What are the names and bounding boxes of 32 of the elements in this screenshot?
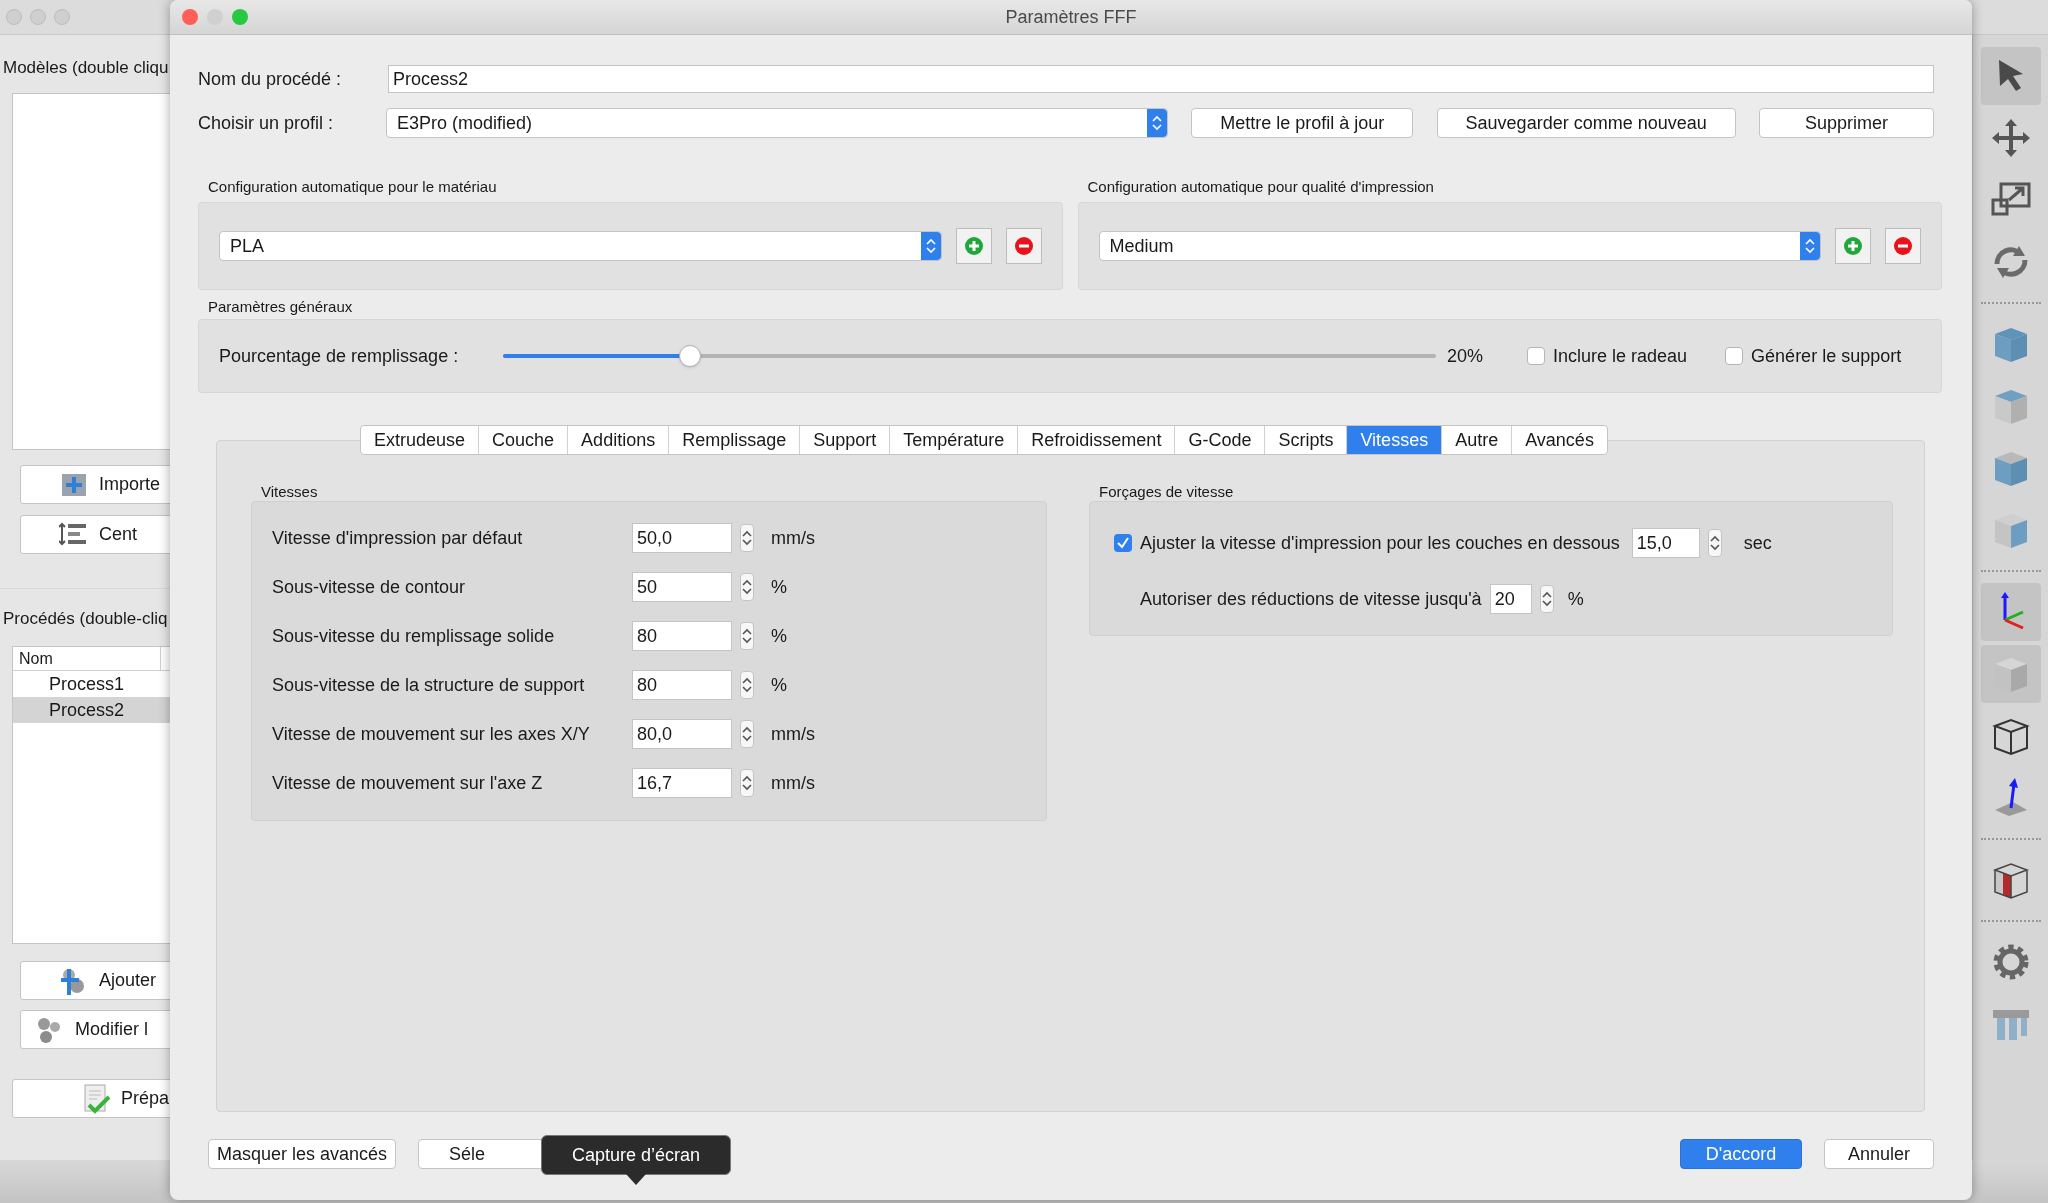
field-label: Vitesse d'impression par défaut <box>272 526 524 550</box>
group-title: Vitesses <box>260 482 319 501</box>
checkbox-label: Inclure le radeau <box>1553 344 1688 368</box>
table-cell-text: Process2 <box>48 698 126 722</box>
field-label: Nom du procédé : <box>198 67 343 91</box>
unit-label: % <box>771 624 787 648</box>
field-label: Sous-vitesse du remplissage solide <box>272 624 556 648</box>
unit-label: mm/s <box>771 526 815 550</box>
field-label: Sous-vitesse de la structure de support <box>272 673 586 697</box>
unit-label: mm/s <box>771 722 815 746</box>
checkbox-label: Générer le support <box>1751 344 1902 368</box>
window-title: Paramètres FFF <box>1005 5 1137 29</box>
unit-label: % <box>1567 587 1584 611</box>
group-title: Paramètres généraux <box>207 297 354 316</box>
unit-label: % <box>771 673 787 697</box>
field-label: Sous-vitesse de contour <box>272 575 467 599</box>
group-title: Configuration automatique pour le matériau <box>207 177 498 196</box>
field-label: Vitesse de mouvement sur l'axe Z <box>272 771 544 795</box>
panel-heading: Procédés (double-cliq <box>2 607 169 630</box>
slider-value: 20% <box>1447 344 1485 368</box>
field-label: Pourcentage de remplissage : <box>219 344 460 368</box>
unit-label: mm/s <box>771 771 815 795</box>
panel-heading: Modèles (double cliqu <box>2 57 170 79</box>
unit-label: % <box>771 575 787 599</box>
field-label: Vitesse de mouvement sur les axes X/Y <box>272 722 591 746</box>
group-title: Configuration automatique pour qualité d'impression <box>1086 177 1435 196</box>
field-label: Autoriser des réductions de vitesse jusqu'à <box>1140 587 1482 611</box>
table-cell-text: Process1 <box>48 672 126 696</box>
checkbox-label: Ajuster la vitesse d'impression pour les couches en dessous <box>1140 531 1620 555</box>
group-title: Forçages de vitesse <box>1098 482 1235 501</box>
field-label: Choisir un profil : <box>198 111 335 135</box>
unit-label: sec <box>1743 531 1772 555</box>
